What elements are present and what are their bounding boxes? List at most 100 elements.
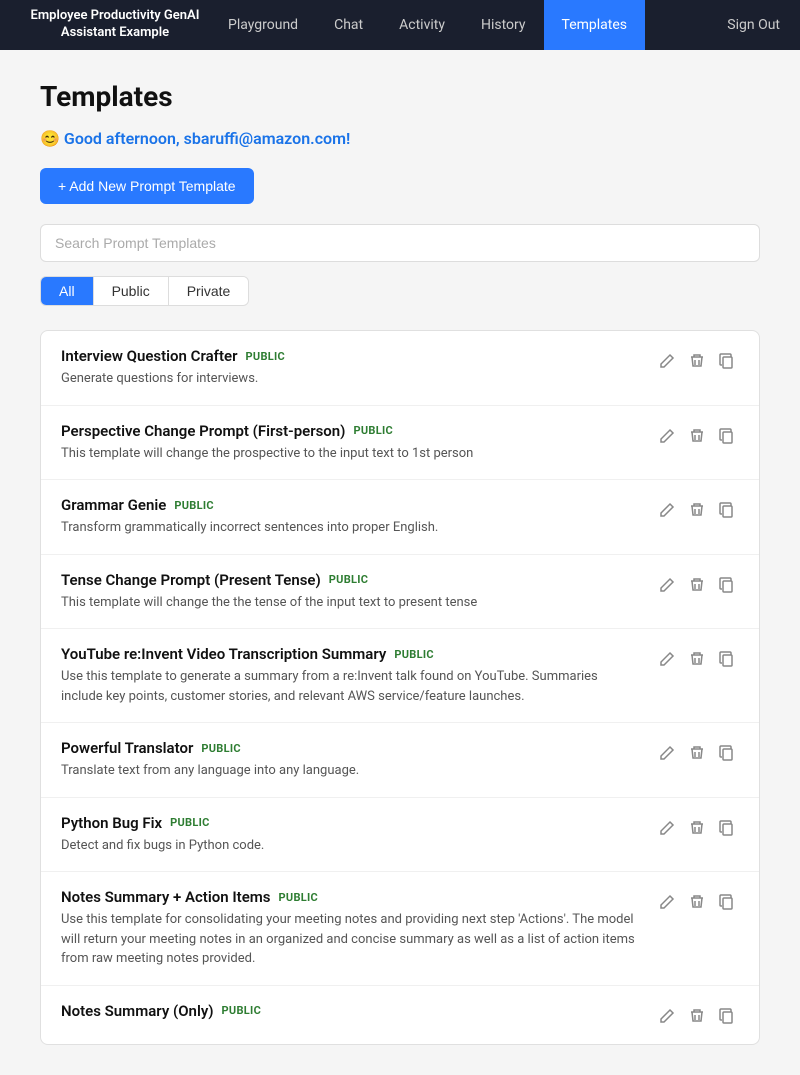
navbar: Employee Productivity GenAI Assistant Ex… — [0, 0, 800, 50]
template-name: Powerful Translator PUBLIC — [61, 739, 639, 757]
template-title-text: YouTube re:Invent Video Transcription Su… — [61, 645, 386, 663]
template-actions — [655, 496, 739, 522]
template-name: Interview Question Crafter PUBLIC — [61, 347, 639, 365]
delete-button[interactable] — [685, 1004, 709, 1028]
template-actions — [655, 739, 739, 765]
search-input[interactable] — [40, 224, 760, 262]
edit-button[interactable] — [655, 890, 679, 914]
nav-chat[interactable]: Chat — [316, 0, 381, 50]
delete-button[interactable] — [685, 498, 709, 522]
template-description: Transform grammatically incorrect senten… — [61, 518, 639, 538]
copy-button[interactable] — [715, 890, 739, 914]
template-info: Python Bug Fix PUBLIC Detect and fix bug… — [61, 814, 639, 856]
template-actions — [655, 347, 739, 373]
template-item: Python Bug Fix PUBLIC Detect and fix bug… — [41, 798, 759, 873]
template-name: Tense Change Prompt (Present Tense) PUBL… — [61, 571, 639, 589]
template-badge: PUBLIC — [222, 1004, 262, 1017]
template-description: This template will change the the tense … — [61, 593, 639, 613]
template-name: Notes Summary (Only) PUBLIC — [61, 1002, 639, 1020]
template-info: Notes Summary + Action Items PUBLIC Use … — [61, 888, 639, 969]
template-actions — [655, 1002, 739, 1028]
template-item: Notes Summary (Only) PUBLIC — [41, 986, 759, 1044]
nav-links: Playground Chat Activity History Templat… — [210, 0, 727, 50]
template-info: Interview Question Crafter PUBLIC Genera… — [61, 347, 639, 389]
filter-tabs: All Public Private — [40, 276, 249, 306]
template-item: Perspective Change Prompt (First-person)… — [41, 406, 759, 481]
template-actions — [655, 571, 739, 597]
nav-templates[interactable]: Templates — [544, 0, 646, 50]
template-item: Notes Summary + Action Items PUBLIC Use … — [41, 872, 759, 986]
greeting-message: Good afternoon, sbaruffi@amazon.com! — [64, 129, 350, 148]
delete-button[interactable] — [685, 890, 709, 914]
edit-button[interactable] — [655, 816, 679, 840]
greeting-emoji: 😊 — [40, 129, 60, 148]
template-list: Interview Question Crafter PUBLIC Genera… — [40, 330, 760, 1045]
template-title-text: Notes Summary (Only) — [61, 1002, 214, 1020]
edit-button[interactable] — [655, 741, 679, 765]
template-description: Use this template for consolidating your… — [61, 910, 639, 969]
template-badge: PUBLIC — [201, 742, 241, 755]
edit-button[interactable] — [655, 573, 679, 597]
template-title-text: Python Bug Fix — [61, 814, 162, 832]
edit-button[interactable] — [655, 1004, 679, 1028]
edit-button[interactable] — [655, 424, 679, 448]
template-description: This template will change the prospectiv… — [61, 444, 639, 464]
delete-button[interactable] — [685, 573, 709, 597]
template-badge: PUBLIC — [174, 499, 214, 512]
main-content: Templates 😊 Good afternoon, sbaruffi@ama… — [20, 50, 780, 1075]
delete-button[interactable] — [685, 816, 709, 840]
filter-tab-private[interactable]: Private — [169, 277, 249, 305]
template-info: Grammar Genie PUBLIC Transform grammatic… — [61, 496, 639, 538]
template-badge: PUBLIC — [329, 573, 369, 586]
copy-button[interactable] — [715, 816, 739, 840]
delete-button[interactable] — [685, 647, 709, 671]
edit-button[interactable] — [655, 349, 679, 373]
nav-activity[interactable]: Activity — [381, 0, 463, 50]
template-actions — [655, 814, 739, 840]
add-new-prompt-button[interactable]: + Add New Prompt Template — [40, 168, 254, 204]
template-badge: PUBLIC — [353, 424, 393, 437]
template-name: Notes Summary + Action Items PUBLIC — [61, 888, 639, 906]
greeting-text: 😊 Good afternoon, sbaruffi@amazon.com! — [40, 129, 760, 148]
nav-playground[interactable]: Playground — [210, 0, 316, 50]
template-title-text: Grammar Genie — [61, 496, 166, 514]
template-info: Perspective Change Prompt (First-person)… — [61, 422, 639, 464]
template-item: Powerful Translator PUBLIC Translate tex… — [41, 723, 759, 798]
template-item: Tense Change Prompt (Present Tense) PUBL… — [41, 555, 759, 630]
nav-history[interactable]: History — [463, 0, 544, 50]
template-actions — [655, 422, 739, 448]
template-item: Grammar Genie PUBLIC Transform grammatic… — [41, 480, 759, 555]
template-title-text: Tense Change Prompt (Present Tense) — [61, 571, 321, 589]
copy-button[interactable] — [715, 741, 739, 765]
template-info: YouTube re:Invent Video Transcription Su… — [61, 645, 639, 706]
delete-button[interactable] — [685, 349, 709, 373]
template-badge: PUBLIC — [279, 891, 319, 904]
copy-button[interactable] — [715, 647, 739, 671]
template-title-text: Notes Summary + Action Items — [61, 888, 271, 906]
sign-out-button[interactable]: Sign Out — [727, 17, 780, 33]
delete-button[interactable] — [685, 741, 709, 765]
template-item: YouTube re:Invent Video Transcription Su… — [41, 629, 759, 723]
filter-tab-public[interactable]: Public — [94, 277, 169, 305]
app-brand: Employee Productivity GenAI Assistant Ex… — [20, 8, 210, 42]
template-description: Detect and fix bugs in Python code. — [61, 836, 639, 856]
template-name: Python Bug Fix PUBLIC — [61, 814, 639, 832]
template-name: Grammar Genie PUBLIC — [61, 496, 639, 514]
template-badge: PUBLIC — [170, 816, 210, 829]
template-info: Powerful Translator PUBLIC Translate tex… — [61, 739, 639, 781]
copy-button[interactable] — [715, 498, 739, 522]
copy-button[interactable] — [715, 424, 739, 448]
copy-button[interactable] — [715, 573, 739, 597]
template-badge: PUBLIC — [394, 648, 434, 661]
copy-button[interactable] — [715, 1004, 739, 1028]
template-actions — [655, 888, 739, 914]
edit-button[interactable] — [655, 647, 679, 671]
delete-button[interactable] — [685, 424, 709, 448]
template-badge: PUBLIC — [246, 350, 286, 363]
template-info: Notes Summary (Only) PUBLIC — [61, 1002, 639, 1024]
filter-tab-all[interactable]: All — [41, 277, 94, 305]
page-title: Templates — [40, 80, 760, 113]
template-item: Interview Question Crafter PUBLIC Genera… — [41, 331, 759, 406]
copy-button[interactable] — [715, 349, 739, 373]
edit-button[interactable] — [655, 498, 679, 522]
